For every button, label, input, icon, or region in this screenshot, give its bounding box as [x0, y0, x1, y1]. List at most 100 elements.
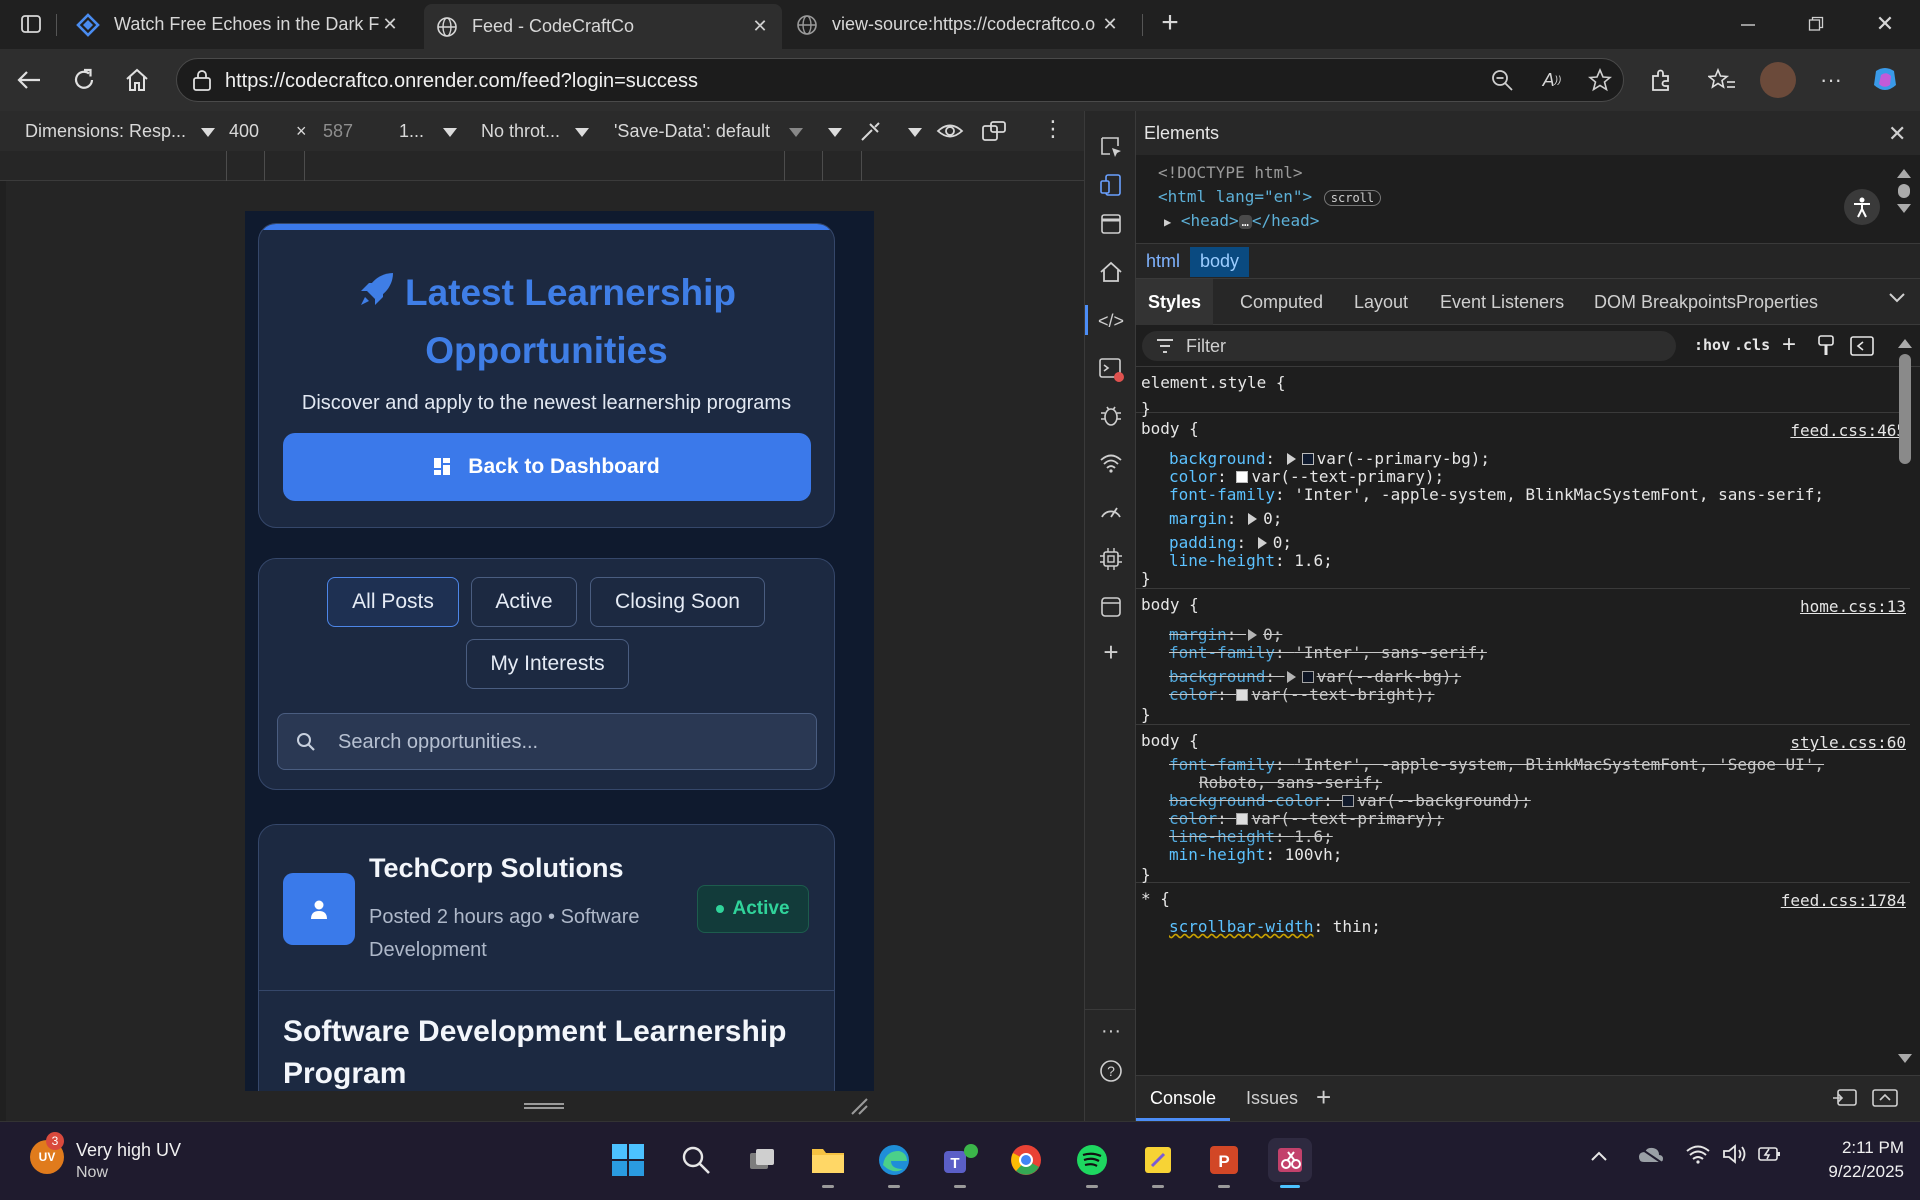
- debugger-bug-icon[interactable]: [1097, 401, 1125, 429]
- style-rule-element[interactable]: element.style { }: [1136, 367, 1910, 418]
- tab-layout[interactable]: Layout: [1342, 279, 1420, 325]
- chevron-down-icon[interactable]: [1888, 291, 1906, 305]
- weather-title[interactable]: Very high UV: [76, 1140, 181, 1161]
- style-declaration-overridden[interactable]: color: var(--text-bright);: [1169, 685, 1434, 704]
- address-bar[interactable]: https://codecraftco.onrender.com/feed?lo…: [176, 58, 1624, 102]
- performance-icon[interactable]: [1097, 497, 1125, 525]
- start-windows-icon[interactable]: [606, 1138, 650, 1182]
- favorites-icon[interactable]: [1707, 65, 1737, 95]
- style-rule-style-body[interactable]: body { style.css:60 font-family: 'Inter'…: [1136, 725, 1910, 884]
- width-input[interactable]: 400: [229, 121, 259, 142]
- clock-time[interactable]: 2:11 PM: [1800, 1138, 1904, 1158]
- wifi-icon[interactable]: [1686, 1144, 1710, 1164]
- close-window-icon[interactable]: ✕: [1870, 9, 1900, 39]
- paint-brush-icon[interactable]: [1816, 335, 1836, 357]
- battery-charging-icon[interactable]: [1758, 1144, 1782, 1164]
- style-rule-home-body[interactable]: body { home.css:13 margin: 0; font-famil…: [1136, 589, 1910, 725]
- dom-head-node[interactable]: ▶ <head>… </head>: [1164, 211, 1319, 230]
- dimensions-select[interactable]: Dimensions: Resp...: [25, 121, 216, 142]
- close-devtools-icon[interactable]: ✕: [1888, 121, 1906, 147]
- rule-source-link[interactable]: style.css:60: [1790, 733, 1906, 752]
- height-input[interactable]: 587: [323, 121, 353, 142]
- style-declaration[interactable]: padding: 0;: [1169, 533, 1292, 552]
- inspect-element-icon[interactable]: [1097, 133, 1125, 161]
- add-drawer-tab-icon[interactable]: +: [1316, 1082, 1331, 1113]
- style-declaration[interactable]: line-height: 1.6;: [1169, 551, 1333, 570]
- dom-doctype[interactable]: <!DOCTYPE html>: [1158, 163, 1303, 182]
- elements-icon[interactable]: </>: [1097, 307, 1125, 335]
- more-options-caret[interactable]: [828, 121, 842, 142]
- tab-issues[interactable]: Issues: [1246, 1088, 1298, 1109]
- rendering-icon[interactable]: [936, 118, 964, 144]
- dom-html-node[interactable]: <html lang="en"> scroll: [1158, 187, 1382, 206]
- filter-all-posts-button[interactable]: All Posts: [327, 577, 459, 627]
- file-explorer-icon[interactable]: [806, 1138, 850, 1188]
- style-declaration[interactable]: scrollbar-width: thin;: [1169, 917, 1381, 936]
- filter-my-interests-button[interactable]: My Interests: [466, 639, 629, 689]
- zoom-select[interactable]: 1...: [399, 121, 458, 142]
- style-declaration[interactable]: color: var(--text-primary);: [1169, 467, 1444, 486]
- style-rule-universal[interactable]: * { feed.css:1784 scrollbar-width: thin;: [1136, 883, 1910, 1069]
- eyedropper-icon[interactable]: [858, 118, 884, 144]
- chrome-icon[interactable]: [1004, 1138, 1048, 1182]
- tab-styles[interactable]: Styles: [1136, 279, 1214, 325]
- accessibility-icon[interactable]: [1844, 189, 1880, 225]
- style-rule-feed-body[interactable]: body { feed.css:465 background: var(--pr…: [1136, 413, 1910, 589]
- resize-handle-bottom[interactable]: [524, 1103, 564, 1109]
- minimize-icon[interactable]: [1733, 9, 1763, 39]
- tab-view-source[interactable]: view-source:https://codecraftco.o ✕: [784, 4, 1132, 45]
- filter-closing-soon-button[interactable]: Closing Soon: [590, 577, 765, 627]
- save-data-select[interactable]: 'Save-Data': default: [614, 121, 803, 142]
- style-declaration-overridden[interactable]: margin: 0;: [1169, 625, 1282, 644]
- toggle-sidebar-icon[interactable]: [1850, 335, 1874, 357]
- filter-active-button[interactable]: Active: [471, 577, 577, 627]
- profile-avatar[interactable]: [1760, 62, 1796, 98]
- style-declaration[interactable]: font-family: 'Inter', -apple-system, Bli…: [1169, 485, 1824, 504]
- copilot-icon[interactable]: [1870, 65, 1900, 95]
- styles-filter-input[interactable]: Filter: [1142, 331, 1676, 361]
- kebab-menu-icon[interactable]: ⋮: [1042, 116, 1064, 142]
- style-declaration-overridden[interactable]: background: var(--dark-bg);: [1169, 667, 1461, 686]
- more-menu-icon[interactable]: ···: [1816, 65, 1846, 95]
- style-declaration-overridden[interactable]: font-family: 'Inter', -apple-system, Bli…: [1169, 755, 1824, 774]
- refresh-icon[interactable]: [69, 65, 99, 95]
- resize-corner-icon[interactable]: [850, 1097, 868, 1115]
- style-declaration-overridden[interactable]: background-color: var(--background);: [1169, 791, 1531, 810]
- search-icon[interactable]: [674, 1138, 718, 1182]
- powerpoint-icon[interactable]: P: [1202, 1138, 1246, 1188]
- zoom-out-icon[interactable]: [1487, 65, 1517, 95]
- memory-chip-icon[interactable]: [1097, 545, 1125, 573]
- clock-date[interactable]: 9/22/2025: [1790, 1162, 1904, 1182]
- program-title[interactable]: Software Development Learnership Program: [283, 1011, 813, 1091]
- style-declaration-overridden[interactable]: color: var(--text-primary);: [1169, 809, 1444, 828]
- welcome-icon[interactable]: [1097, 210, 1125, 238]
- sticky-notes-icon[interactable]: [1136, 1138, 1180, 1188]
- tab-watch-free[interactable]: Watch Free Echoes in the Dark Fu ✕: [64, 4, 412, 45]
- dom-scrollbar[interactable]: [1894, 169, 1914, 235]
- lock-icon[interactable]: [187, 65, 217, 95]
- tab-event-listeners[interactable]: Event Listeners: [1428, 279, 1576, 325]
- home-panel-icon[interactable]: [1097, 258, 1125, 286]
- spotify-icon[interactable]: [1070, 1138, 1114, 1188]
- close-tab-icon[interactable]: ✕: [380, 14, 400, 35]
- more-tools-icon[interactable]: ···: [1097, 1017, 1125, 1045]
- tab-properties[interactable]: Properties: [1724, 279, 1830, 325]
- post-card[interactable]: TechCorp Solutions Posted 2 hours ago • …: [258, 824, 835, 1091]
- extensions-icon[interactable]: [1646, 65, 1676, 95]
- close-tab-icon[interactable]: ✕: [1100, 14, 1120, 35]
- throttle-select[interactable]: No throt...: [481, 121, 590, 142]
- class-toggle[interactable]: .cls: [1734, 336, 1770, 354]
- chevron-up-icon[interactable]: [1590, 1150, 1608, 1162]
- favorite-star-icon[interactable]: [1585, 65, 1615, 95]
- dock-icon[interactable]: [1832, 1088, 1858, 1108]
- volume-icon[interactable]: [1722, 1144, 1748, 1164]
- vision-caret[interactable]: [908, 121, 922, 142]
- scroll-badge[interactable]: scroll: [1323, 190, 1382, 206]
- help-icon[interactable]: ?: [1097, 1057, 1125, 1085]
- tab-feed[interactable]: Feed - CodeCraftCo ✕: [424, 4, 782, 49]
- rule-source-link[interactable]: home.css:13: [1800, 597, 1906, 616]
- home-icon[interactable]: [122, 65, 152, 95]
- rule-source-link[interactable]: feed.css:1784: [1781, 891, 1906, 910]
- snipping-tool-icon[interactable]: [1268, 1138, 1312, 1188]
- device-rotate-icon[interactable]: [980, 118, 1008, 144]
